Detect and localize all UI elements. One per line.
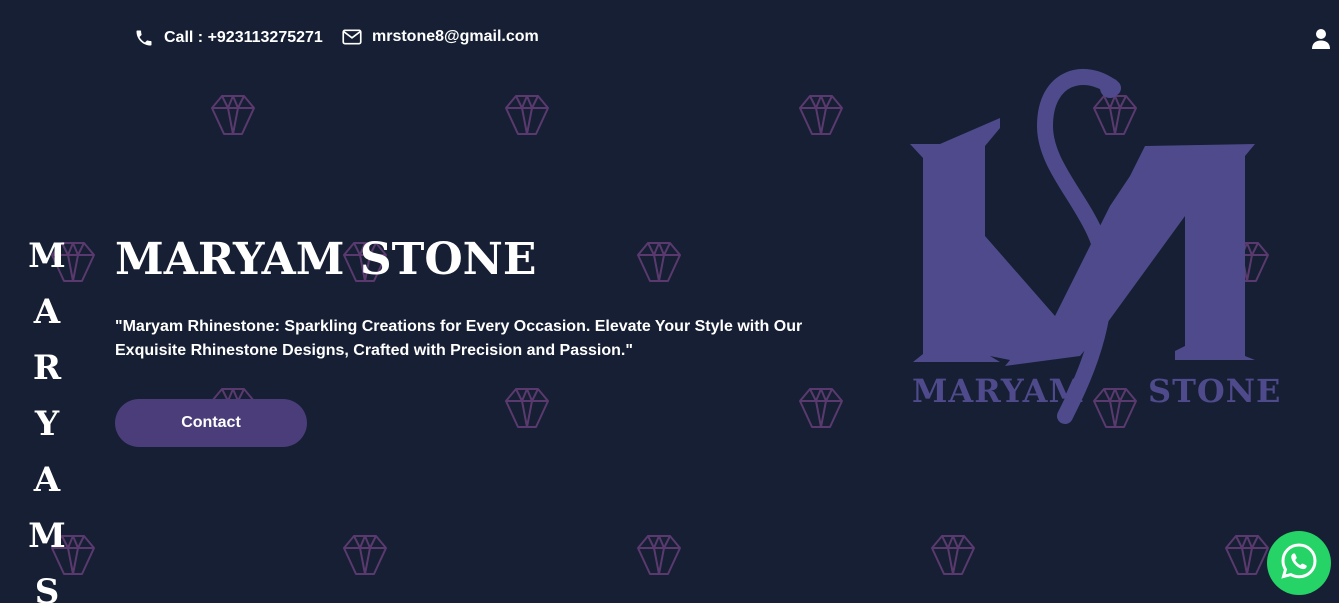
diamond-icon (1222, 530, 1272, 580)
diamond-icon (502, 383, 552, 433)
side-letter: R (32, 348, 62, 388)
logo-word-right: STONE (1148, 372, 1282, 410)
email-link[interactable]: mrstone8@gmail.com (342, 28, 539, 46)
diamond-icon (928, 530, 978, 580)
side-letter: A (33, 292, 61, 332)
diamond-icon (634, 530, 684, 580)
side-letter: M (28, 516, 66, 556)
side-letter: M (28, 236, 66, 276)
phone-label: Call : +923113275271 (164, 29, 323, 46)
user-icon[interactable] (1311, 28, 1331, 50)
contact-button[interactable]: Contact (115, 399, 307, 447)
diamond-icon (634, 237, 684, 287)
phone-link[interactable]: Call : +923113275271 (134, 28, 323, 48)
vertical-brand-text: MARYAMS (24, 228, 70, 603)
hero-title: MARYAM STONE (115, 234, 537, 285)
diamond-icon (340, 530, 390, 580)
hero-description: "Maryam Rhinestone: Sparkling Creations … (115, 318, 803, 359)
side-letter: S (34, 572, 60, 603)
whatsapp-button[interactable] (1267, 531, 1331, 595)
logo-word-left: MARYAM (912, 372, 1085, 410)
side-letter: A (33, 460, 61, 500)
whatsapp-icon (1279, 541, 1319, 586)
diamond-icon (796, 383, 846, 433)
diamond-icon (208, 90, 258, 140)
diamond-icon (796, 90, 846, 140)
envelope-icon (342, 28, 362, 46)
diamond-icon (502, 90, 552, 140)
phone-icon (134, 28, 154, 48)
page: Call : +923113275271 mrstone8@gmail.com … (0, 0, 1339, 603)
email-label: mrstone8@gmail.com (372, 28, 539, 45)
side-letter: Y (34, 404, 60, 444)
